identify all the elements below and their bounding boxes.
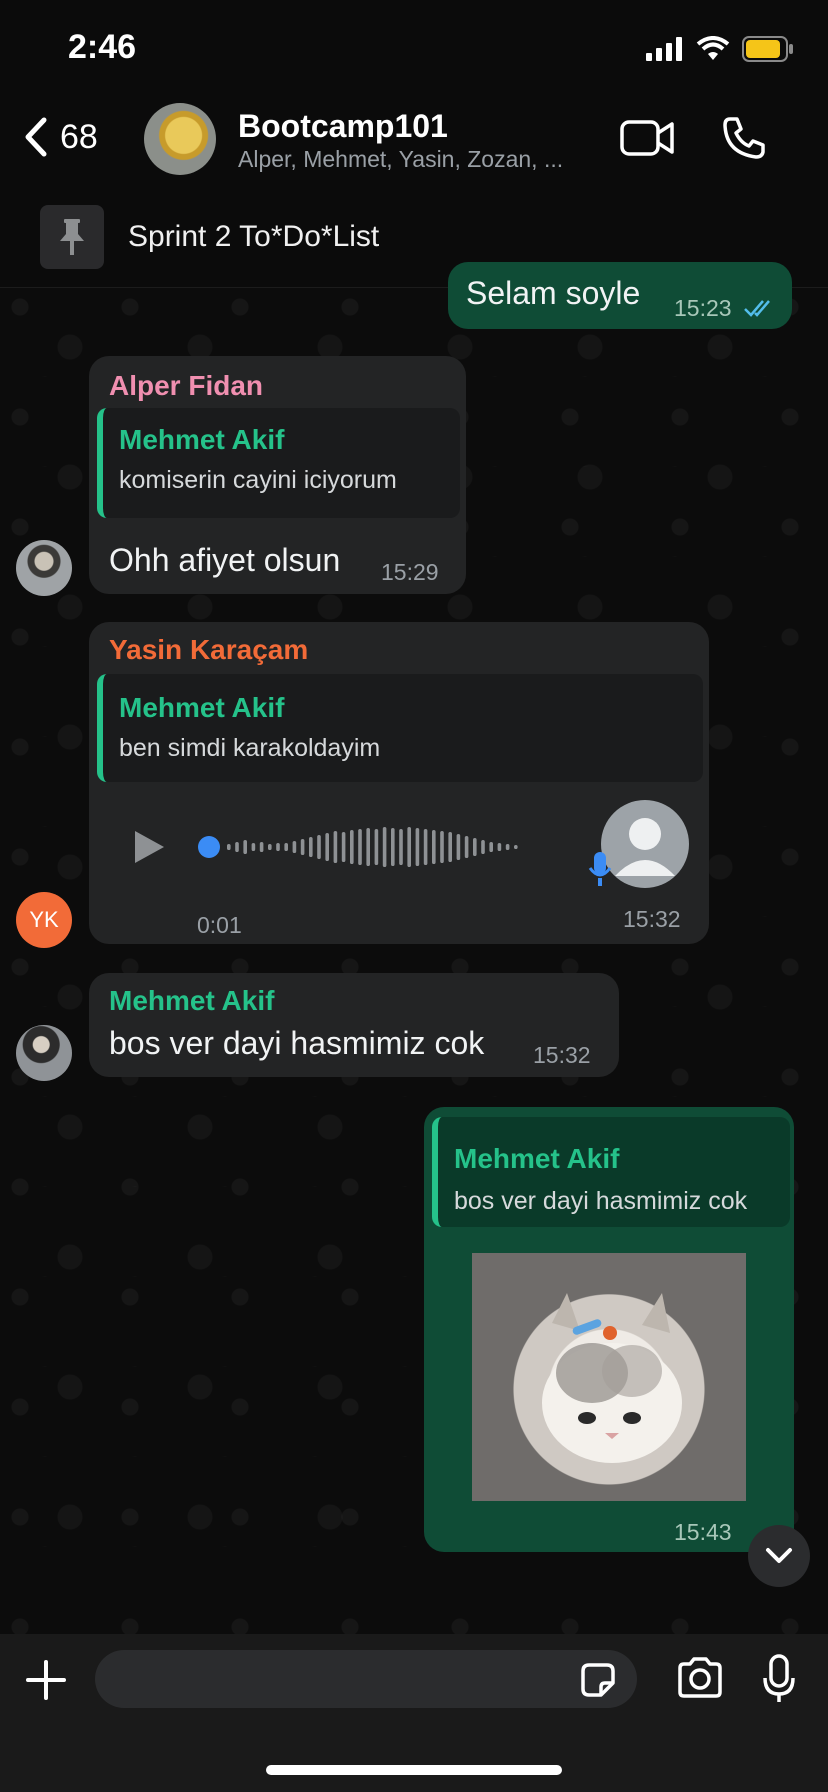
voice-waveform[interactable] — [197, 824, 547, 870]
video-call-icon — [620, 120, 674, 156]
message-time: 15:43 — [674, 1519, 732, 1545]
unread-count: 68 — [60, 117, 98, 156]
voice-duration: 0:01 — [197, 912, 242, 938]
message-bubble-in[interactable]: Yasin Karaçam Mehmet Akif ben simdi kara… — [89, 622, 709, 944]
back-button[interactable]: 68 — [22, 116, 98, 158]
sender-name[interactable]: Yasin Karaçam — [109, 634, 308, 666]
message-time: 15:32 — [623, 906, 681, 932]
message-time: 15:32 — [533, 1042, 591, 1068]
read-ticks-icon — [744, 300, 770, 317]
sticker-button[interactable] — [579, 1661, 617, 1704]
message-input-text[interactable] — [119, 1660, 563, 1700]
play-button[interactable] — [131, 828, 167, 871]
message-bubble-out[interactable]: Selam soyle 15:23 — [448, 262, 792, 329]
sender-name[interactable]: Alper Fidan — [109, 370, 263, 402]
quoted-reply[interactable]: Mehmet Akif bos ver dayi hasmimiz cok — [432, 1117, 790, 1227]
quoted-reply[interactable]: Mehmet Akif komiserin cayini iciyorum — [97, 408, 460, 518]
group-title[interactable]: Bootcamp101 — [238, 108, 448, 145]
plus-icon — [26, 1660, 66, 1700]
quoted-text: ben simdi karakoldayim — [119, 734, 381, 762]
voice-call-button[interactable] — [722, 116, 766, 165]
message-bubble-in[interactable]: Alper Fidan Mehmet Akif komiserin cayini… — [89, 356, 466, 594]
microphone-icon — [763, 1654, 795, 1702]
status-time: 2:46 — [68, 28, 137, 66]
message-input[interactable] — [95, 1650, 637, 1708]
kitten-photo[interactable] — [472, 1253, 746, 1501]
home-indicator — [266, 1765, 562, 1775]
avatar-initials: YK — [29, 907, 59, 932]
voice-sender-avatar — [601, 800, 689, 888]
battery-icon — [742, 36, 793, 62]
attach-button[interactable] — [26, 1660, 66, 1705]
quoted-sender: Mehmet Akif — [454, 1143, 620, 1174]
quoted-sender: Mehmet Akif — [119, 692, 285, 723]
sender-avatar[interactable] — [16, 540, 72, 596]
quoted-text: komiserin cayini iciyorum — [119, 466, 397, 494]
message-time: 15:29 — [381, 559, 439, 585]
group-avatar[interactable] — [144, 103, 216, 175]
quoted-text: bos ver dayi hasmimiz cok — [454, 1187, 748, 1215]
sticker-icon — [581, 1663, 615, 1697]
microphone-icon — [588, 852, 612, 886]
chevron-down-icon — [766, 1548, 792, 1563]
pinned-message-text: Sprint 2 To*Do*List — [128, 220, 380, 253]
wifi-icon — [696, 36, 730, 60]
message-time: 15:23 — [674, 295, 732, 321]
video-call-button[interactable] — [620, 118, 674, 163]
message-text: bos ver dayi hasmimiz cok — [109, 1025, 485, 1061]
quoted-sender: Mehmet Akif — [119, 424, 285, 455]
message-text: Selam soyle — [466, 275, 641, 311]
status-icons — [646, 36, 794, 62]
message-bubble-in[interactable]: Mehmet Akif bos ver dayi hasmimiz cok 15… — [89, 973, 619, 1077]
quoted-reply[interactable]: Mehmet Akif ben simdi karakoldayim — [97, 674, 703, 782]
scroll-to-bottom-button[interactable] — [748, 1525, 810, 1587]
camera-icon — [678, 1657, 722, 1698]
group-members[interactable]: Alper, Mehmet, Yasin, Zozan, ... — [238, 146, 598, 173]
camera-button[interactable] — [676, 1656, 724, 1705]
sender-avatar[interactable]: YK — [16, 892, 72, 948]
sender-name[interactable]: Mehmet Akif — [109, 985, 274, 1017]
sender-avatar[interactable] — [16, 1025, 72, 1081]
chevron-left-icon — [25, 117, 47, 157]
play-icon — [135, 831, 164, 863]
phone-icon — [723, 117, 765, 159]
pin-icon — [40, 205, 104, 269]
message-text: Ohh afiyet olsun — [109, 542, 341, 578]
signal-icon — [646, 37, 682, 61]
voice-record-button[interactable] — [762, 1654, 796, 1709]
message-bubble-out[interactable]: Mehmet Akif bos ver dayi hasmimiz cok 15… — [424, 1107, 794, 1552]
